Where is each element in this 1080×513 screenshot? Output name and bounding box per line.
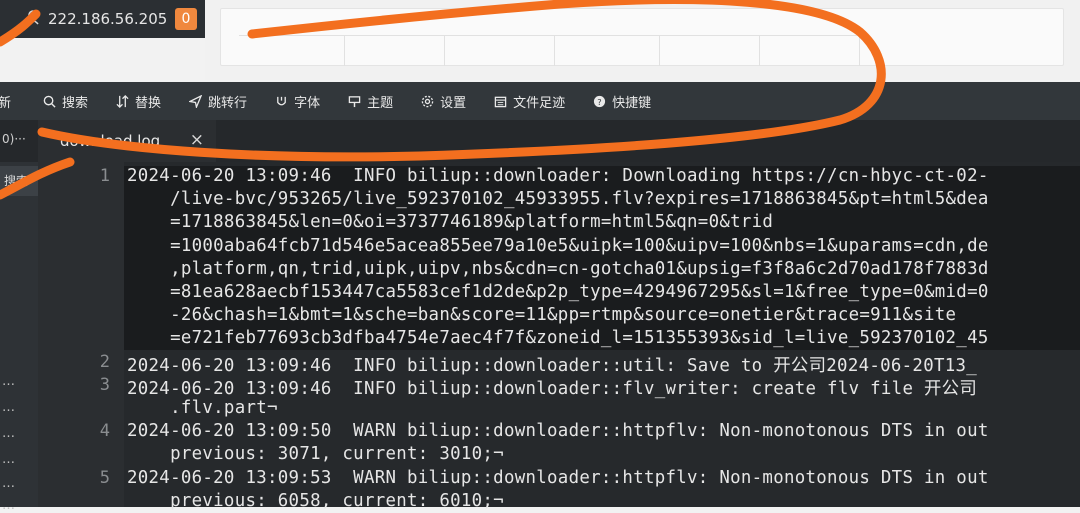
replace-icon (116, 94, 129, 108)
line-number: 3 (99, 374, 110, 395)
faint-tab[interactable] (239, 35, 345, 66)
replace-button[interactable]: 替换 (102, 82, 175, 120)
replace-label: 替换 (135, 95, 162, 111)
code-line: 2024-06-20 13:09:46 INFO biliup::downloa… (127, 378, 978, 399)
sidebar-item[interactable]: … (2, 400, 15, 415)
line-number-gutter (38, 162, 124, 507)
sidebar-header: 0)··· (0, 120, 38, 162)
sidebar-search-button[interactable]: 搜索 (0, 166, 38, 196)
code-editor[interactable]: 1 2024-06-20 13:09:46 INFO biliup::downlo… (38, 162, 1080, 511)
sidebar-item[interactable]: … (2, 374, 15, 389)
file-history-label: 文件足迹 (513, 95, 566, 111)
server-icon (27, 10, 39, 25)
code-line: =1718863845&len=0&oi=3737746189&platform… (127, 212, 774, 233)
goto-line-icon (189, 94, 203, 108)
gear-icon (421, 95, 434, 107)
font-button[interactable]: 字体 (261, 82, 334, 120)
search-button[interactable]: 搜索 (29, 82, 102, 120)
code-line: 2024-06-20 13:09:50 WARN biliup::downloa… (127, 421, 989, 442)
font-icon (277, 96, 286, 105)
settings-button[interactable]: 设置 (407, 82, 480, 120)
faint-tab[interactable] (659, 35, 760, 66)
goto-line-label: 跳转行 (208, 95, 248, 111)
line-number: 5 (99, 467, 110, 488)
close-icon[interactable]: × (190, 130, 204, 150)
sidebar-header-text: 0)··· (2, 132, 26, 146)
tab-strip-panel (220, 8, 1064, 66)
file-sidebar: 搜索 … … … … … … (0, 162, 38, 513)
code-line: previous: 6058, current: 6010;¬ (127, 490, 504, 511)
shortcuts-label: 快捷键 (612, 95, 652, 111)
code-line: =81ea628aecbf153447ca5583cef1d2de&p2p_ty… (127, 282, 989, 302)
theme-icon (348, 95, 361, 107)
goto-line-button[interactable]: 跳转行 (175, 82, 261, 120)
code-line: /live-bvc/953265/live_592370102_45933955… (127, 189, 989, 210)
theme-button[interactable]: 主题 (334, 82, 407, 120)
tab-filename: download.log (60, 132, 161, 150)
editor-toolbar: 新 搜索 替换 跳转行 字体 主题 设置 文件足迹 ? 快捷键 (0, 82, 1080, 120)
code-line: 2024-06-20 13:09:46 INFO biliup::downloa… (127, 166, 989, 186)
faint-tab[interactable] (554, 35, 660, 66)
refresh-label: 新 (0, 95, 12, 111)
faint-tab[interactable] (344, 35, 445, 66)
ip-address[interactable]: 222.186.56.205 (48, 10, 167, 28)
line-number: 2 (99, 351, 110, 372)
search-icon (43, 95, 56, 108)
file-history-button[interactable]: 文件足迹 (480, 82, 579, 120)
refresh-button[interactable]: 新 (0, 82, 29, 120)
search-label: 搜索 (62, 95, 89, 111)
code-line: .flv.part¬ (127, 398, 278, 418)
font-label: 字体 (294, 95, 321, 111)
code-line: =e721feb77693cb3dfba4754e7aec4f7f&zoneid… (127, 328, 989, 349)
notification-badge[interactable]: 0 (175, 8, 197, 30)
sidebar-item[interactable]: … (2, 452, 15, 467)
svg-text:?: ? (597, 96, 601, 106)
faint-tab[interactable] (759, 35, 860, 66)
calendar-icon (494, 96, 507, 107)
sidebar-item[interactable]: … (2, 426, 15, 441)
tab-download-log[interactable]: download.log × (38, 120, 216, 164)
code-line: previous: 3071, current: 3010;¬ (127, 444, 504, 465)
sidebar-item[interactable]: … (2, 498, 15, 513)
faint-tab[interactable] (444, 35, 555, 66)
code-line: 2024-06-20 13:09:46 INFO biliup::downloa… (127, 355, 978, 376)
settings-label: 设置 (440, 95, 467, 111)
code-line: 2024-06-20 13:09:53 WARN biliup::downloa… (127, 467, 989, 488)
help-icon: ? (594, 95, 606, 107)
shortcuts-button[interactable]: ? 快捷键 (579, 82, 665, 120)
sidebar-item[interactable]: … (2, 476, 15, 491)
line-number: 1 (99, 166, 110, 186)
code-line: =1000aba64fcb71d546e5acea855ee79a10e5&ui… (127, 235, 989, 256)
line-number: 4 (99, 421, 110, 442)
code-line: -26&chash=1&bmt=1&sche=ban&score=11&pp=r… (127, 305, 957, 326)
code-line: ,platform,qn,trid,uipk,uipv,nbs&cdn=cn-g… (127, 258, 989, 279)
theme-label: 主题 (367, 95, 394, 111)
connection-bar: 222.186.56.205 0 (0, 0, 205, 38)
